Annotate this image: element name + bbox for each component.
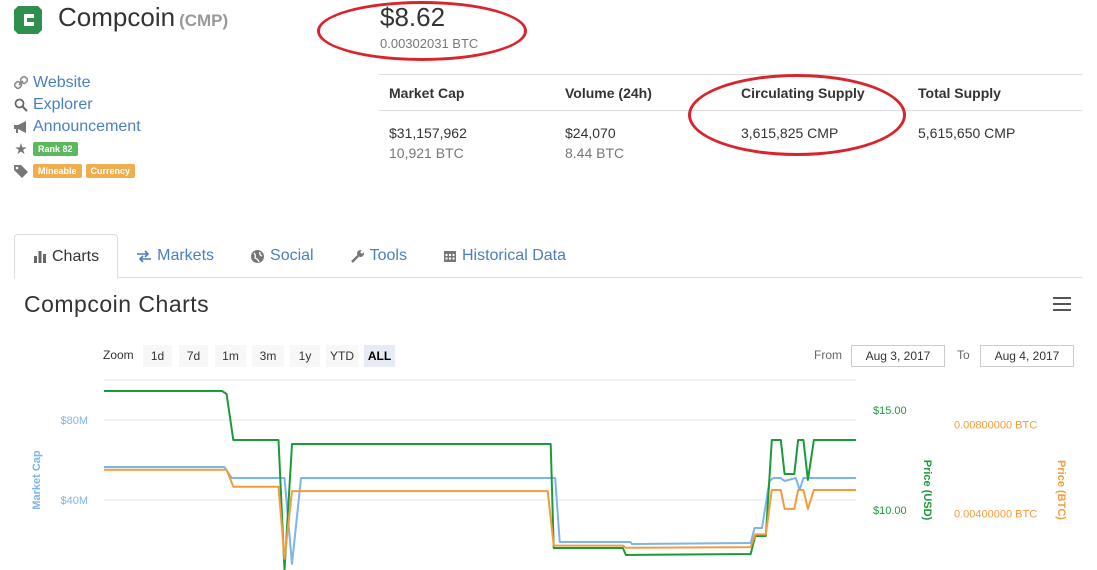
- total-supply-header: Total Supply: [918, 84, 1001, 101]
- price-btc-axis-title: Price (BTC): [1055, 460, 1067, 520]
- market-cap-axis-title: Market Cap: [31, 450, 43, 510]
- tab-tools-label[interactable]: Tools: [370, 247, 407, 265]
- explorer-link[interactable]: Explorer: [12, 94, 141, 116]
- price-usd-tick-label: $15.00: [873, 405, 907, 417]
- from-label: From: [814, 348, 842, 362]
- market-cap-btc: 10,921 BTC: [389, 145, 464, 161]
- zoom-ytd-button[interactable]: YTD: [326, 345, 358, 367]
- volume-btc: 8.44 BTC: [565, 145, 625, 161]
- coin-name: Compcoin (CMP): [58, 2, 228, 33]
- globe-icon: [250, 249, 265, 264]
- chart-gridlines: [104, 379, 856, 501]
- zoom-all-button[interactable]: ALL: [364, 345, 395, 367]
- website-link-label[interactable]: Website: [33, 74, 91, 92]
- bar-chart-icon: [33, 250, 47, 263]
- exchange-icon: [136, 249, 152, 263]
- tab-social[interactable]: Social: [232, 234, 332, 278]
- coin-links: Website Explorer Announcement ★ Rank 82 …: [12, 72, 141, 182]
- tab-markets-label[interactable]: Markets: [157, 247, 214, 265]
- zoom-7d-button[interactable]: 7d: [179, 345, 208, 367]
- announcement-link[interactable]: Announcement: [12, 116, 141, 138]
- from-date-input[interactable]: Aug 3, 2017: [851, 345, 945, 367]
- to-label: To: [957, 348, 970, 362]
- compcoin-logo-icon: [14, 6, 42, 34]
- rank-badge: Rank 82: [33, 142, 78, 156]
- charts-title: Compcoin Charts: [24, 291, 210, 317]
- market-cap-usd: $31,157,962: [389, 125, 467, 141]
- price-chart[interactable]: $40M $80M $10.00 $15.00 0.00400000 BTC 0.0080…: [0, 370, 1097, 570]
- tags-row: Mineable Currency: [12, 160, 141, 182]
- total-supply-cell: 5,615,650 CMP: [908, 123, 1082, 163]
- tab-social-label[interactable]: Social: [270, 247, 314, 265]
- zoom-3m-button[interactable]: 3m: [252, 345, 284, 367]
- tag-badge-mineable[interactable]: Mineable: [33, 164, 82, 178]
- search-icon: [12, 97, 30, 113]
- tab-charts[interactable]: Charts: [14, 234, 119, 279]
- total-supply-value: 5,615,650 CMP: [918, 125, 1016, 141]
- announcement-link-label[interactable]: Announcement: [33, 118, 141, 136]
- tab-historical-data[interactable]: Historical Data: [425, 234, 584, 278]
- tab-historical-data-label[interactable]: Historical Data: [462, 247, 566, 265]
- price-btc-tick-label: 0.00800000 BTC: [954, 419, 1037, 431]
- hamburger-menu-icon[interactable]: [1053, 297, 1071, 311]
- tab-bar: Charts Markets Social Tools Historical D…: [14, 234, 1082, 279]
- chart-series: [104, 390, 856, 570]
- explorer-link-label[interactable]: Explorer: [33, 96, 93, 114]
- star-icon: ★: [14, 141, 28, 158]
- price-usd-tick-label: $10.00: [873, 505, 907, 517]
- tab-tools[interactable]: Tools: [332, 234, 425, 278]
- rank-row: ★ Rank 82: [12, 138, 141, 160]
- price-usd-axis-title: Price (USD): [921, 460, 933, 521]
- market-cap-line: [104, 466, 856, 565]
- coin-name-text: Compcoin: [58, 2, 176, 32]
- tab-markets[interactable]: Markets: [118, 234, 232, 278]
- market-cap-header: Market Cap: [389, 84, 465, 101]
- wrench-icon: [350, 249, 365, 264]
- link-icon: [12, 75, 30, 91]
- coin-symbol: (CMP): [179, 11, 229, 30]
- megaphone-icon: [12, 119, 30, 135]
- market-cap-tick-label: $40M: [60, 495, 88, 507]
- zoom-1y-button[interactable]: 1y: [290, 345, 320, 367]
- tag-icon: [12, 163, 30, 179]
- market-cap-cell: $31,157,962 10,921 BTC: [379, 123, 555, 163]
- zoom-label: Zoom: [103, 348, 134, 362]
- market-cap-tick-label: $80M: [60, 415, 88, 427]
- website-link[interactable]: Website: [12, 72, 141, 94]
- price-btc--line: [104, 468, 856, 560]
- zoom-1m-button[interactable]: 1m: [215, 345, 246, 367]
- tag-badge-currency[interactable]: Currency: [85, 164, 136, 178]
- price-btc-tick-label: 0.00400000 BTC: [954, 508, 1037, 520]
- tab-charts-label[interactable]: Charts: [52, 248, 99, 266]
- price-annotation-circle: [317, 1, 527, 61]
- to-date-input[interactable]: Aug 4, 2017: [980, 345, 1074, 367]
- supply-annotation-circle: [688, 74, 906, 156]
- calendar-icon: [443, 249, 457, 263]
- zoom-1d-button[interactable]: 1d: [143, 345, 172, 367]
